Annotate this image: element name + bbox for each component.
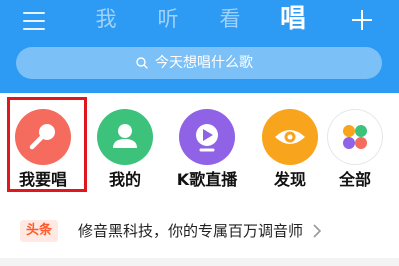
highlight-box [7, 97, 87, 192]
live-broadcast-icon [179, 109, 235, 165]
entry-label: 全部 [338, 170, 371, 189]
search-input[interactable]: 今天想唱什么歌 [16, 47, 382, 79]
tab-me[interactable]: 我 [86, 2, 126, 36]
grid-apps-icon [327, 109, 383, 165]
tab-watch[interactable]: 看 [210, 2, 250, 36]
headline-badge: 头条 [20, 220, 58, 242]
search-icon [136, 57, 148, 69]
entry-all[interactable]: 全部 [319, 109, 391, 193]
entry-live[interactable]: K歌直播 [171, 109, 243, 193]
search-placeholder: 今天想唱什么歌 [155, 55, 253, 71]
eye-icon [262, 109, 318, 165]
menu-icon[interactable] [23, 11, 45, 31]
top-bar: 我 听 看 唱 今天想唱什么歌 [0, 0, 399, 93]
plus-icon[interactable] [352, 10, 372, 30]
entry-mine[interactable]: 我的 [89, 109, 161, 193]
tab-listen[interactable]: 听 [148, 2, 188, 36]
bottom-divider [0, 258, 399, 266]
entry-label: K歌直播 [176, 170, 238, 189]
chevron-right-icon[interactable] [312, 224, 322, 238]
user-icon [97, 109, 153, 165]
headline-text[interactable]: 修音黑科技，你的专属百万调音师 [78, 219, 303, 243]
tab-sing[interactable]: 唱 [273, 0, 313, 38]
